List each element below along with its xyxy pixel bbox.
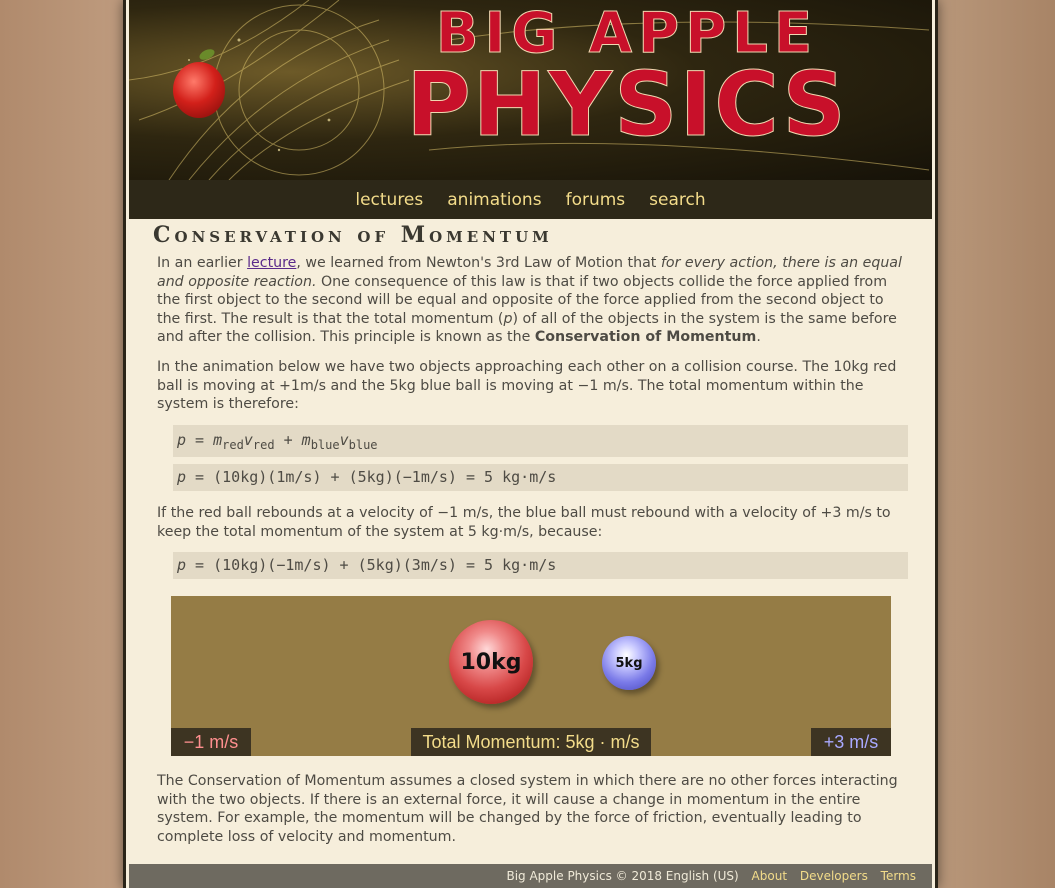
eq-subscript: red [252, 438, 275, 452]
red-ball-label: 10kg [460, 649, 522, 675]
principle-name: Conservation of Momentum [534, 329, 757, 345]
eq-symbol: m [301, 431, 311, 449]
nav-search[interactable]: search [637, 190, 717, 210]
apple-icon [173, 62, 225, 118]
eq-text: + [274, 431, 302, 449]
eq-symbol: v [339, 431, 349, 449]
eq-text: = (10kg)(1m/s) + (5kg)(−1m/s) = 5 kg·m/s [186, 468, 557, 486]
main-nav: lectures animations forums search [129, 180, 932, 219]
intro-text: In an earlier [157, 255, 248, 271]
footer-terms-link[interactable]: Terms [881, 869, 916, 883]
eq-symbol: p [177, 556, 187, 574]
site-logo-line2: PHYSICS [406, 53, 848, 156]
intro-text: . [756, 329, 761, 345]
intro-paragraph: In an earlier lecture, we learned from N… [157, 254, 905, 347]
eq-symbol: m [213, 431, 223, 449]
eq-subscript: blue [310, 438, 340, 452]
rebound-paragraph: If the red ball rebounds at a velocity o… [157, 505, 891, 540]
eq-symbol: p [177, 431, 187, 449]
nav-animations[interactable]: animations [435, 190, 553, 210]
eq-text: = (10kg)(−1m/s) + (5kg)(3m/s) = 5 kg·m/s [186, 556, 557, 574]
total-momentum-label: Total Momentum: 5kg · m/s [411, 728, 651, 756]
equation-general: p = mredvred + mbluevblue [173, 425, 908, 457]
intro-text: , we learned from Newton's 3rd Law of Mo… [296, 255, 661, 271]
site-footer: Big Apple Physics © 2018 English (US) Ab… [129, 864, 932, 888]
eq-subscript: blue [348, 438, 378, 452]
footer-copyright: Big Apple Physics © 2018 English (US) [506, 869, 739, 883]
footer-about-link[interactable]: About [752, 869, 787, 883]
closed-system-paragraph: The Conservation of Momentum assumes a c… [157, 773, 898, 845]
nav-forums[interactable]: forums [554, 190, 638, 210]
momentum-animation[interactable]: 10kg 5kg −1 m/s Total Momentum: 5kg · m/… [171, 596, 891, 756]
blue-ball: 5kg [602, 636, 656, 690]
lecture-link[interactable]: lecture [247, 255, 296, 271]
site-banner[interactable]: BIG APPLE PHYSICS [129, 0, 932, 180]
blue-ball-label: 5kg [615, 655, 643, 671]
eq-text: = [186, 431, 214, 449]
red-ball: 10kg [449, 620, 533, 704]
footer-developers-link[interactable]: Developers [800, 869, 868, 883]
eq-symbol: v [243, 431, 253, 449]
red-velocity-label: −1 m/s [171, 728, 251, 756]
blue-velocity-label: +3 m/s [811, 728, 891, 756]
equation-after: p = (10kg)(−1m/s) + (5kg)(3m/s) = 5 kg·m… [173, 552, 908, 579]
page-container: BIG APPLE PHYSICS lectures animations fo… [123, 0, 938, 888]
equation-before: p = (10kg)(1m/s) + (5kg)(−1m/s) = 5 kg·m… [173, 464, 908, 491]
animation-description: In the animation below we have two objec… [157, 359, 897, 412]
page-title: Conservation of Momentum [153, 222, 553, 248]
nav-lectures[interactable]: lectures [343, 190, 435, 210]
eq-symbol: p [177, 468, 187, 486]
eq-subscript: red [222, 438, 244, 452]
